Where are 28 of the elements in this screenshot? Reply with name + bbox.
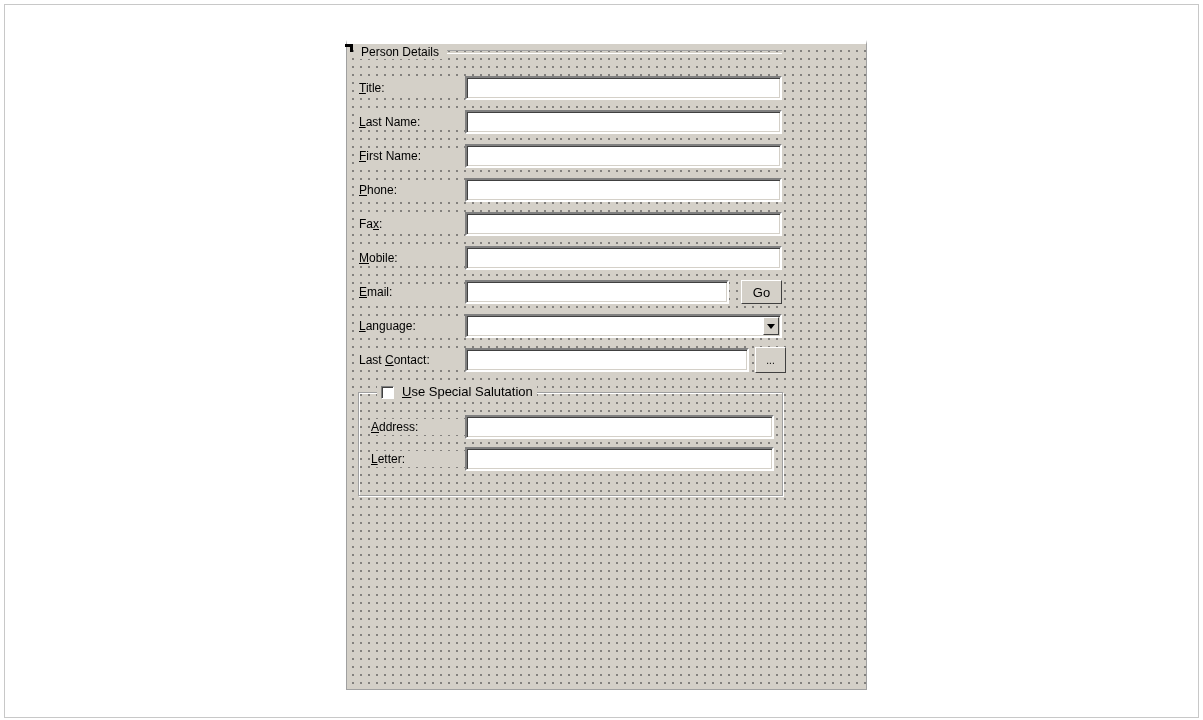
checkbox[interactable] [381, 385, 394, 399]
field-label: Title: [359, 80, 465, 96]
field-label: Email: [359, 284, 465, 300]
input-field[interactable] [465, 178, 782, 202]
browse-button[interactable]: ... [755, 347, 786, 373]
dropdown-arrow-icon [767, 323, 775, 329]
field-label: Phone: [359, 182, 465, 198]
input-field[interactable] [465, 280, 729, 304]
input-field[interactable] [465, 246, 782, 270]
dropdown-field[interactable] [465, 314, 782, 338]
input-field[interactable] [465, 144, 782, 168]
field-label: Language: [359, 318, 465, 334]
field-label: Last Name: [359, 114, 465, 130]
input-field[interactable] [465, 212, 782, 236]
input-field[interactable] [465, 447, 774, 471]
input-field[interactable] [465, 415, 774, 439]
go-button[interactable]: Go [741, 280, 782, 304]
field-label: Mobile: [359, 250, 465, 266]
resize-handle-icon[interactable] [345, 44, 353, 52]
input-field[interactable] [465, 76, 782, 100]
field-label: First Name: [359, 148, 465, 164]
input-field[interactable] [465, 348, 749, 372]
field-label: Last Contact: [359, 352, 465, 368]
field-label: Letter: [371, 451, 465, 467]
field-label: Fax: [359, 216, 465, 232]
input-field[interactable] [465, 110, 782, 134]
group-title: Person Details [358, 45, 444, 59]
field-label: Address: [371, 419, 465, 435]
